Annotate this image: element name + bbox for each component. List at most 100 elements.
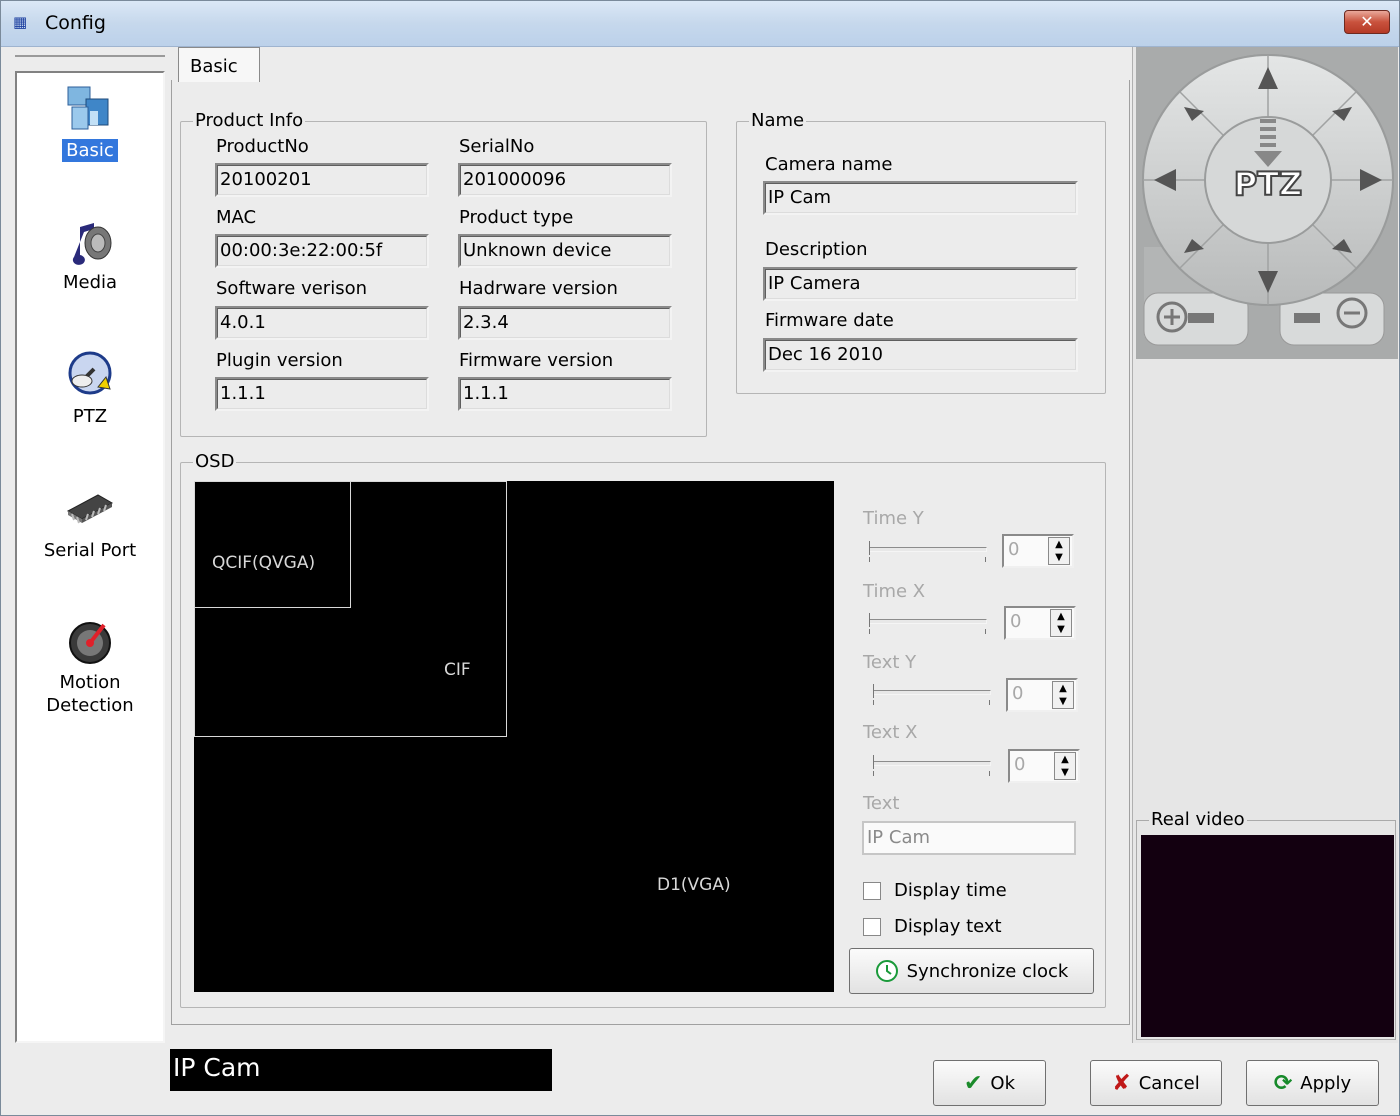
sidebar-item-label: Motion Detection [46, 672, 134, 716]
ptz-control-panel: PTZ [1136, 47, 1398, 359]
sidebar-item-label: Basic [62, 139, 118, 162]
serial-no-field[interactable]: 201000096 [458, 163, 672, 197]
title-bar[interactable]: ▦ Config ✕ [1, 1, 1399, 47]
name-legend: Name [749, 110, 807, 131]
time-x-slider[interactable] [865, 613, 989, 639]
plugin-version-field[interactable]: 1.1.1 [215, 377, 429, 411]
firmware-version-field[interactable]: 1.1.1 [458, 377, 672, 411]
ok-label: Ok [990, 1072, 1016, 1094]
serial-no-value: 201000096 [463, 169, 567, 190]
media-icon [72, 223, 112, 265]
software-version-label: Software verison [216, 278, 367, 299]
time-y-slider[interactable] [865, 541, 989, 567]
description-input[interactable]: IP Camera [763, 267, 1078, 301]
mac-label: MAC [216, 207, 257, 228]
plugin-version-value: 1.1.1 [220, 383, 266, 404]
product-type-field[interactable]: Unknown device [458, 234, 672, 268]
text-x-label: Text X [863, 722, 918, 743]
spin-updown-icon[interactable]: ▲ ▼ [1052, 681, 1074, 709]
display-text-label: Display text [894, 916, 1002, 937]
sidebar-item-label: Serial Port [43, 540, 137, 561]
firmware-date-field[interactable]: Dec 16 2010 [763, 338, 1078, 372]
product-info-legend: Product Info [193, 110, 306, 131]
tab-basic[interactable]: Basic [178, 47, 260, 85]
text-y-slider[interactable] [869, 684, 993, 710]
text-y-value: 0 [1012, 683, 1024, 704]
camera-name-label: Camera name [765, 154, 893, 175]
spin-updown-icon[interactable]: ▲ ▼ [1048, 537, 1070, 565]
serial-no-label: SerialNo [459, 136, 535, 157]
network-icon [67, 86, 109, 130]
chip-icon [66, 494, 114, 524]
camera-name-value: IP Cam [768, 187, 832, 208]
description-value: IP Camera [768, 273, 861, 294]
osd-legend: OSD [193, 451, 237, 472]
software-version-field[interactable]: 4.0.1 [215, 306, 429, 340]
cif-label: CIF [444, 660, 471, 680]
osd-text-input[interactable]: IP Cam [862, 821, 1076, 855]
close-button[interactable]: ✕ [1344, 10, 1390, 34]
text-x-value: 0 [1014, 754, 1026, 775]
ptz-icon [68, 351, 112, 395]
camera-name-input[interactable]: IP Cam [763, 181, 1078, 215]
real-video-panel[interactable] [1141, 835, 1394, 1037]
camera-status-label: IP Cam [170, 1049, 552, 1091]
apply-label: Apply [1300, 1072, 1352, 1094]
description-label: Description [765, 239, 868, 260]
firmware-date-label: Firmware date [765, 310, 894, 331]
plugin-version-label: Plugin version [216, 350, 343, 371]
real-video-legend: Real video [1149, 809, 1247, 830]
text-x-slider[interactable] [869, 755, 993, 781]
ptz-dial: PTZ [1142, 54, 1394, 346]
text-y-stepper[interactable]: 0 ▲ ▼ [1006, 678, 1078, 712]
cancel-x-icon: ✘ [1112, 1070, 1131, 1096]
firmware-version-value: 1.1.1 [463, 383, 509, 404]
cancel-label: Cancel [1138, 1072, 1200, 1094]
d1-label: D1(VGA) [657, 875, 731, 895]
cancel-button[interactable]: ✘ Cancel [1090, 1060, 1222, 1106]
text-label: Text [863, 793, 900, 814]
text-y-label: Text Y [863, 652, 917, 673]
product-no-value: 20100201 [220, 169, 312, 190]
time-x-stepper[interactable]: 0 ▲ ▼ [1004, 606, 1076, 640]
software-version-value: 4.0.1 [220, 312, 266, 333]
hardware-version-field[interactable]: 2.3.4 [458, 306, 672, 340]
apply-button[interactable]: ⟳ Apply [1246, 1060, 1379, 1106]
synchronize-clock-label: Synchronize clock [906, 960, 1069, 982]
motion-detection-icon [69, 622, 111, 664]
osd-preview-canvas[interactable]: QCIF(QVGA) CIF D1(VGA) [194, 481, 834, 992]
osd-text-value: IP Cam [867, 827, 931, 848]
product-type-label: Product type [459, 207, 574, 228]
ok-button[interactable]: ✔ Ok [933, 1060, 1046, 1106]
mac-field[interactable]: 00:00:3e:22:00:5f [215, 234, 429, 268]
display-text-checkbox[interactable]: Display text [863, 916, 1002, 937]
product-no-field[interactable]: 20100201 [215, 163, 429, 197]
sidebar-item-motion-detection[interactable]: Motion Detection [17, 613, 163, 717]
clock-icon [875, 960, 898, 982]
spin-updown-icon[interactable]: ▲ ▼ [1054, 752, 1076, 780]
qcif-label: QCIF(QVGA) [212, 553, 316, 573]
checkbox-box[interactable] [863, 917, 881, 936]
text-x-stepper[interactable]: 0 ▲ ▼ [1008, 749, 1080, 783]
firmware-version-label: Firmware version [459, 350, 614, 371]
sidebar-item-serial-port[interactable]: Serial Port [17, 481, 163, 562]
mac-value: 00:00:3e:22:00:5f [220, 240, 383, 261]
sidebar-item-basic[interactable]: Basic [17, 81, 163, 162]
time-y-label: Time Y [863, 508, 924, 529]
display-time-label: Display time [894, 880, 1007, 901]
time-x-label: Time X [863, 581, 926, 602]
spin-updown-icon[interactable]: ▲ ▼ [1050, 609, 1072, 637]
sidebar-item-ptz[interactable]: PTZ [17, 347, 163, 428]
sidebar-item-media[interactable]: Media [17, 213, 163, 294]
config-window: ▦ Config ✕ Basic Media PTZ Serial Port M… [0, 0, 1400, 1116]
sidebar-item-label: Media [62, 272, 118, 293]
checkbox-box[interactable] [863, 881, 881, 900]
qcif-region [194, 481, 351, 608]
time-y-stepper[interactable]: 0 ▲ ▼ [1002, 534, 1074, 568]
firmware-date-value: Dec 16 2010 [768, 344, 883, 365]
display-time-checkbox[interactable]: Display time [863, 880, 1007, 901]
refresh-icon: ⟳ [1273, 1070, 1293, 1096]
hardware-version-label: Hadrware version [459, 278, 618, 299]
synchronize-clock-button[interactable]: Synchronize clock [849, 948, 1094, 994]
time-x-value: 0 [1010, 611, 1022, 632]
